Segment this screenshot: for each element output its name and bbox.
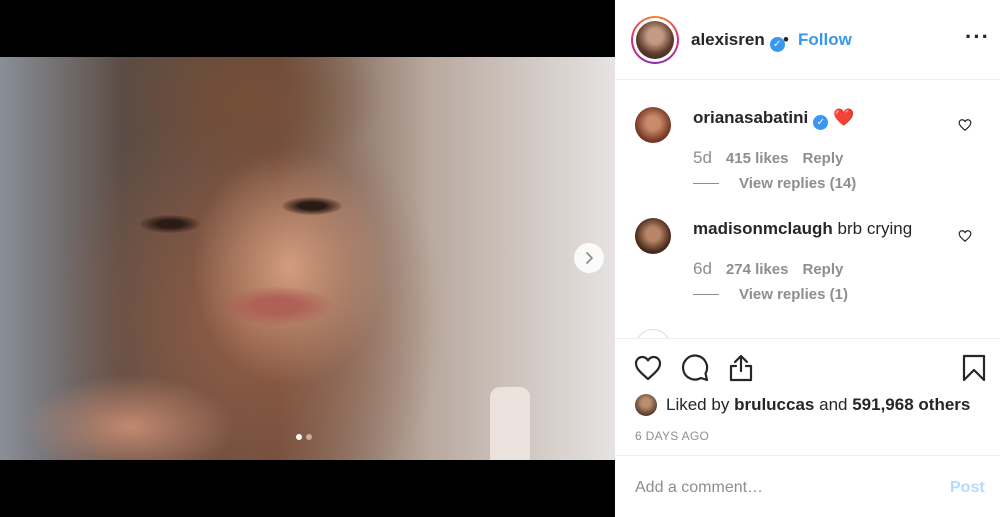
commenter-avatar[interactable] xyxy=(635,218,671,254)
post-sidebar: alexisren ✓ • Follow ··· orianasabatini ✓ … xyxy=(615,0,1000,517)
author-avatar[interactable] xyxy=(631,16,679,64)
post-header: alexisren ✓ • Follow ··· xyxy=(615,0,1000,80)
replies-divider xyxy=(693,294,719,295)
post-actions xyxy=(615,350,1000,390)
more-options-icon[interactable]: ··· xyxy=(965,24,990,50)
follow-button[interactable]: Follow xyxy=(798,30,852,50)
replies-divider xyxy=(693,183,719,184)
comment-item: orianasabatini ✓ ❤️ 5d 415 likes Reply Vi… xyxy=(615,81,1000,192)
post-timestamp[interactable]: 6 DAYS AGO xyxy=(635,429,709,443)
carousel-dot xyxy=(306,434,312,440)
comment-bubble-icon[interactable] xyxy=(680,353,710,383)
post-photo[interactable] xyxy=(0,57,615,460)
post-comment-button[interactable]: Post xyxy=(950,479,985,497)
view-replies-button[interactable]: View replies (1) xyxy=(693,286,848,303)
photo-hand xyxy=(0,357,260,460)
like-comment-heart-icon[interactable] xyxy=(958,229,972,243)
likes-summary: Liked by bruluccas and 591,968 others xyxy=(635,394,970,416)
likes-count[interactable]: 591,968 others xyxy=(852,395,970,415)
comment-age[interactable]: 6d xyxy=(693,259,712,279)
share-icon[interactable] xyxy=(726,353,756,383)
comment-meta: 6d 274 likes Reply xyxy=(693,259,843,279)
chevron-right-icon xyxy=(586,252,593,264)
view-replies-label: View replies (1) xyxy=(739,286,848,303)
like-heart-icon[interactable] xyxy=(633,353,663,383)
next-slide-button[interactable] xyxy=(574,243,604,273)
reply-button[interactable]: Reply xyxy=(802,261,843,278)
commenter-username[interactable]: orianasabatini xyxy=(693,108,808,127)
comment-age[interactable]: 5d xyxy=(693,148,712,168)
comment-text: orianasabatini ✓ ❤️ xyxy=(693,108,854,130)
comment-likes[interactable]: 274 likes xyxy=(726,261,789,278)
bookmark-icon[interactable] xyxy=(959,353,989,383)
commenter-username[interactable]: madisonmclaugh xyxy=(693,219,833,238)
comment-body: brb crying xyxy=(837,219,913,238)
comment-text: madisonmclaugh brb crying xyxy=(693,219,912,239)
comment-item: madisonmclaugh brb crying 6d 274 likes R… xyxy=(615,192,1000,303)
photo-right-eye xyxy=(282,197,342,215)
photo-left-eye xyxy=(140,215,200,233)
view-replies-button[interactable]: View replies (14) xyxy=(693,175,856,192)
photo-strap xyxy=(490,387,530,460)
carousel-dot-active xyxy=(296,434,302,440)
likes-prefix: Liked by xyxy=(666,395,730,414)
liker-username[interactable]: bruluccas xyxy=(734,395,814,415)
add-comment-bar: Post xyxy=(615,455,1000,517)
comments-list[interactable]: orianasabatini ✓ ❤️ 5d 415 likes Reply Vi… xyxy=(615,81,1000,339)
comment-meta: 5d 415 likes Reply xyxy=(693,148,843,168)
comment-input[interactable] xyxy=(635,475,935,501)
verified-badge-icon: ✓ xyxy=(813,115,829,130)
carousel-indicator xyxy=(296,434,312,440)
view-replies-label: View replies (14) xyxy=(739,175,857,192)
author-username[interactable]: alexisren ✓ xyxy=(691,30,785,52)
next-commenter-avatar[interactable] xyxy=(635,329,671,338)
comment-likes[interactable]: 415 likes xyxy=(726,150,789,167)
likes-conjunction: and xyxy=(819,395,848,414)
reply-button[interactable]: Reply xyxy=(802,150,843,167)
liker-avatar[interactable] xyxy=(635,394,657,416)
photo-lips xyxy=(222,287,332,325)
like-comment-heart-icon[interactable] xyxy=(958,118,972,132)
comment-body: ❤️ xyxy=(833,108,855,127)
post-media xyxy=(0,0,615,517)
header-separator: • xyxy=(783,30,789,49)
commenter-avatar[interactable] xyxy=(635,107,671,143)
photo-hair xyxy=(70,57,430,257)
